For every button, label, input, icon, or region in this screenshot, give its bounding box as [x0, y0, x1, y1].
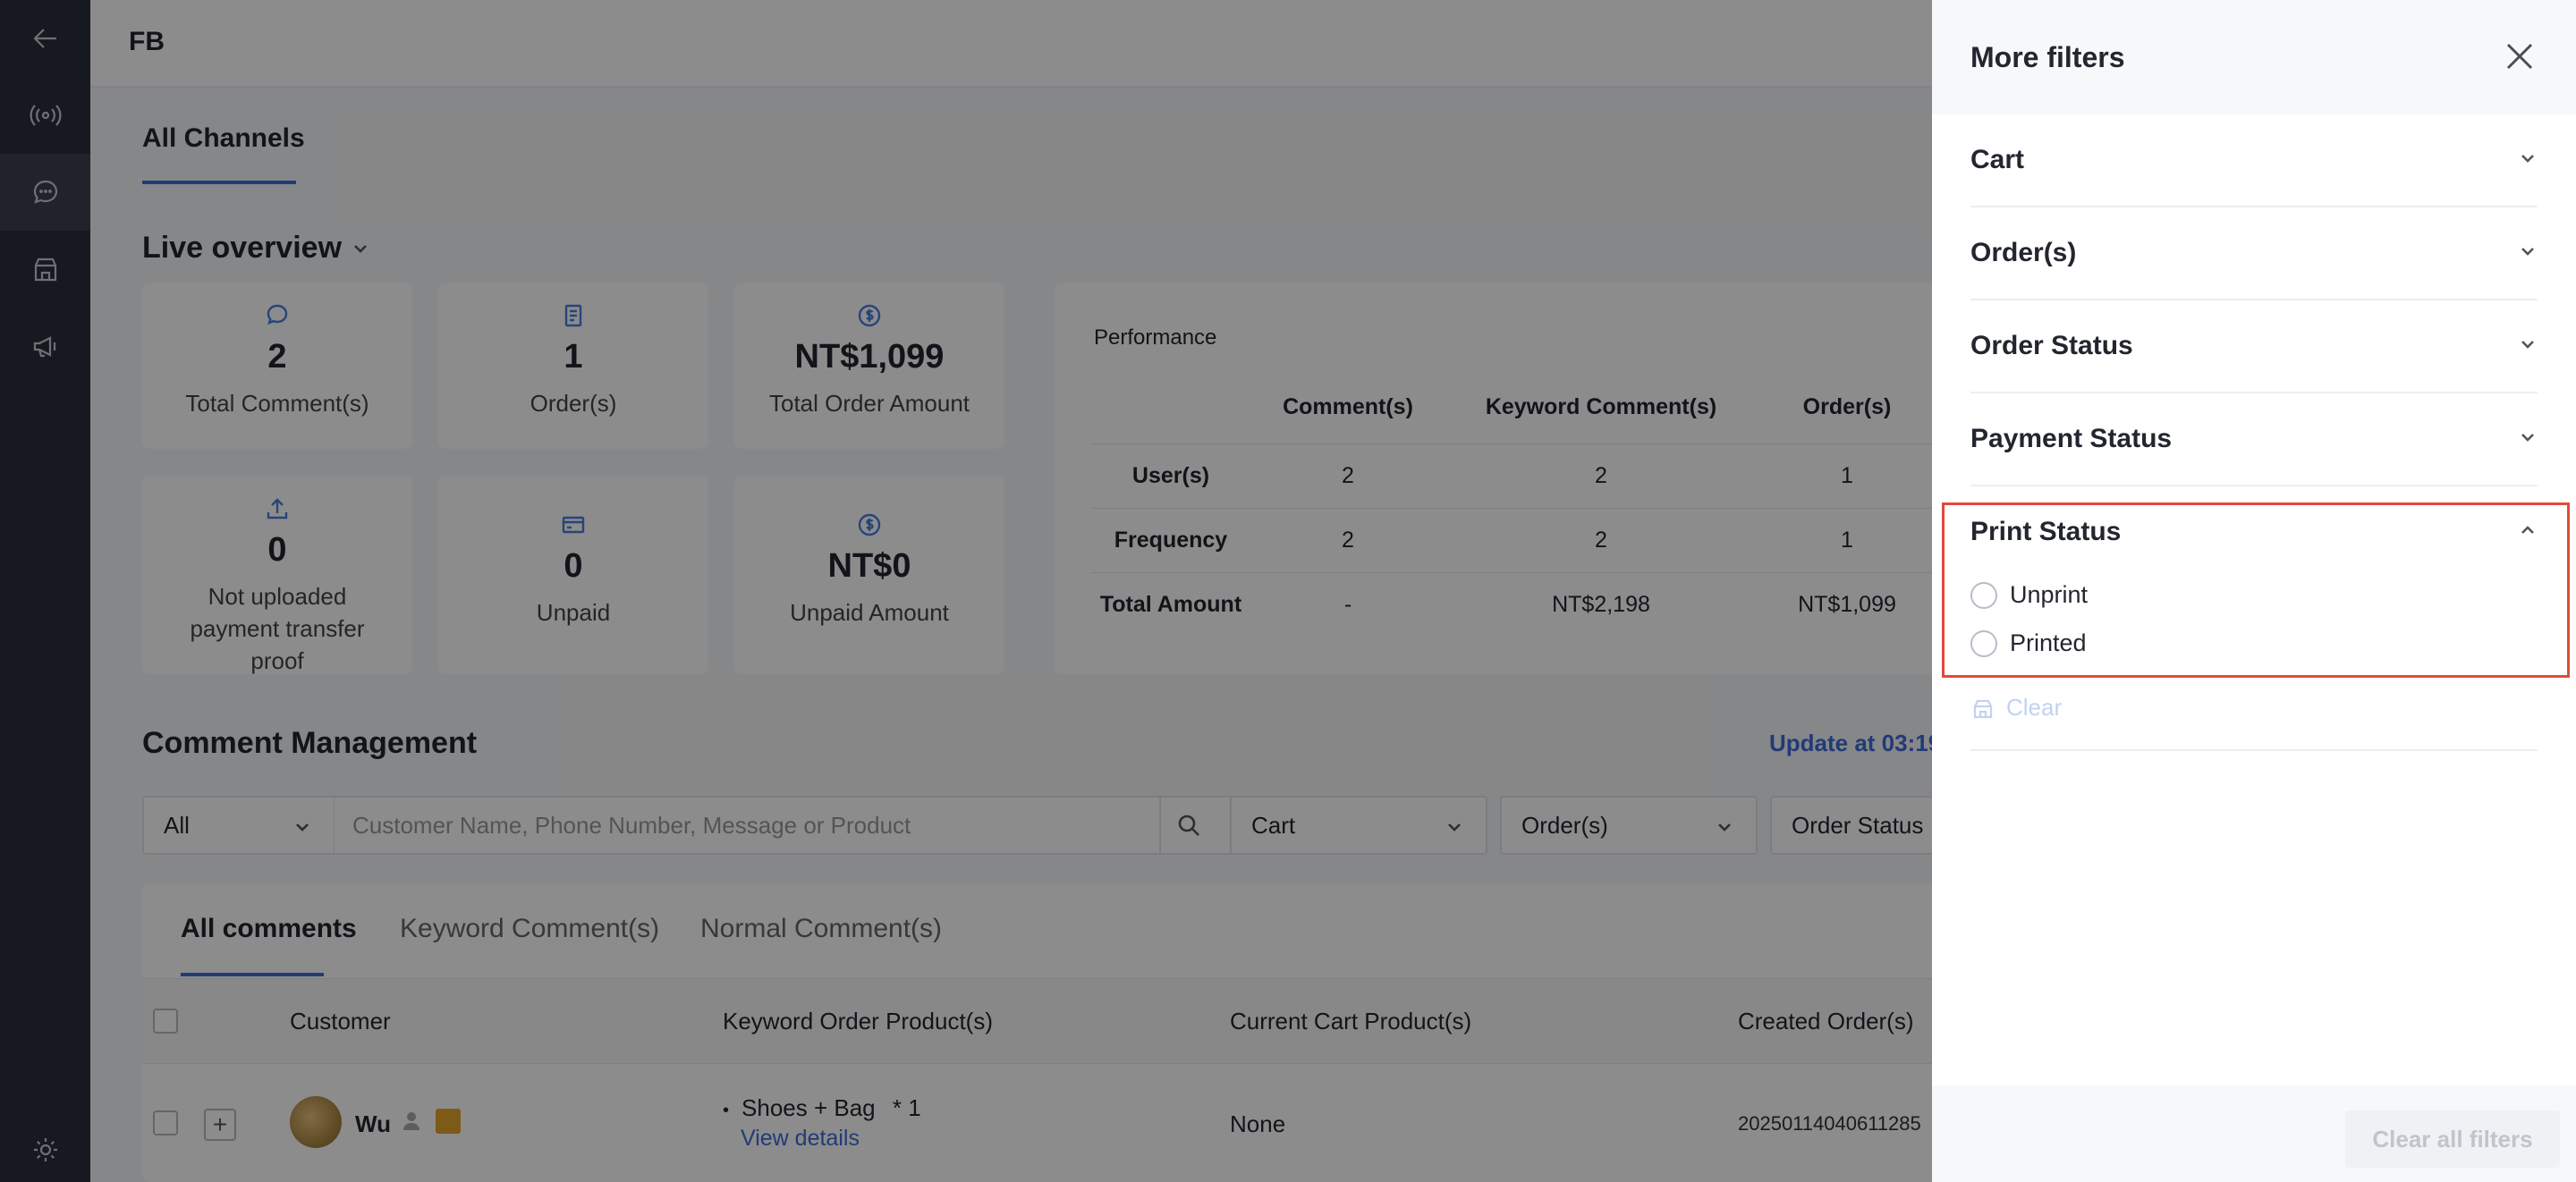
chevron-down-icon: [2518, 241, 2538, 266]
filter-section-cart[interactable]: Cart: [1970, 114, 2538, 207]
close-icon: [2506, 43, 2533, 70]
filter-section-order-status[interactable]: Order Status: [1970, 300, 2538, 393]
close-button[interactable]: [2497, 34, 2542, 79]
drawer-header: More filters: [1932, 0, 2576, 114]
filter-section-payment-status[interactable]: Payment Status: [1970, 393, 2538, 486]
chevron-down-icon: [2518, 427, 2538, 452]
filter-section-label: Order Status: [1970, 331, 2133, 360]
filter-section-label: Cart: [1970, 145, 2025, 174]
modal-backdrop[interactable]: [0, 0, 1932, 1182]
clear-label: Clear: [2006, 694, 2063, 721]
filter-section-label: Order(s): [1970, 238, 2077, 267]
print-status-highlight: [1942, 502, 2570, 678]
chevron-down-icon: [2518, 148, 2538, 173]
chevron-down-icon: [2518, 334, 2538, 359]
clear-all-filters-button[interactable]: Clear all filters: [2345, 1110, 2560, 1168]
drawer-footer: Clear all filters: [1932, 1085, 2576, 1182]
filter-section-orders[interactable]: Order(s): [1970, 207, 2538, 300]
drawer-title: More filters: [1970, 41, 2125, 73]
filter-section-label: Payment Status: [1970, 424, 2173, 453]
divider: [1970, 749, 2538, 751]
clear-button[interactable]: Clear: [1970, 694, 2062, 722]
eraser-icon: [1973, 699, 1993, 718]
